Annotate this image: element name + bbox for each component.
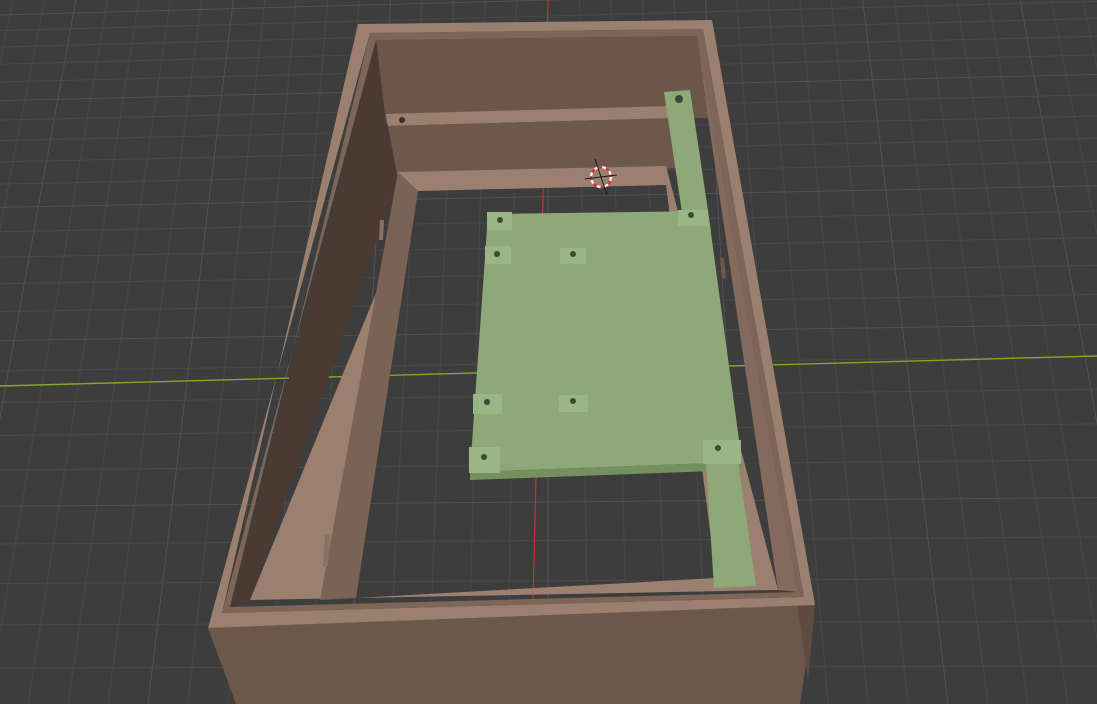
ledge-hole-icon xyxy=(399,117,405,123)
boss-hole-icon xyxy=(497,217,503,223)
boss-hole-icon xyxy=(570,398,576,404)
boss-hole-icon xyxy=(570,251,576,257)
boss-hole-icon xyxy=(715,445,721,451)
boss-hole-icon xyxy=(688,212,694,218)
boss-bottom-left xyxy=(469,447,500,473)
boss-top-right xyxy=(678,210,708,226)
boss-hole-icon xyxy=(484,399,490,405)
boss-bottom-right xyxy=(703,440,741,464)
boss-hole-icon xyxy=(481,454,487,460)
3d-viewport[interactable] xyxy=(0,0,1097,704)
boss-hole-icon xyxy=(494,251,500,257)
rail-hole-icon xyxy=(675,95,683,103)
